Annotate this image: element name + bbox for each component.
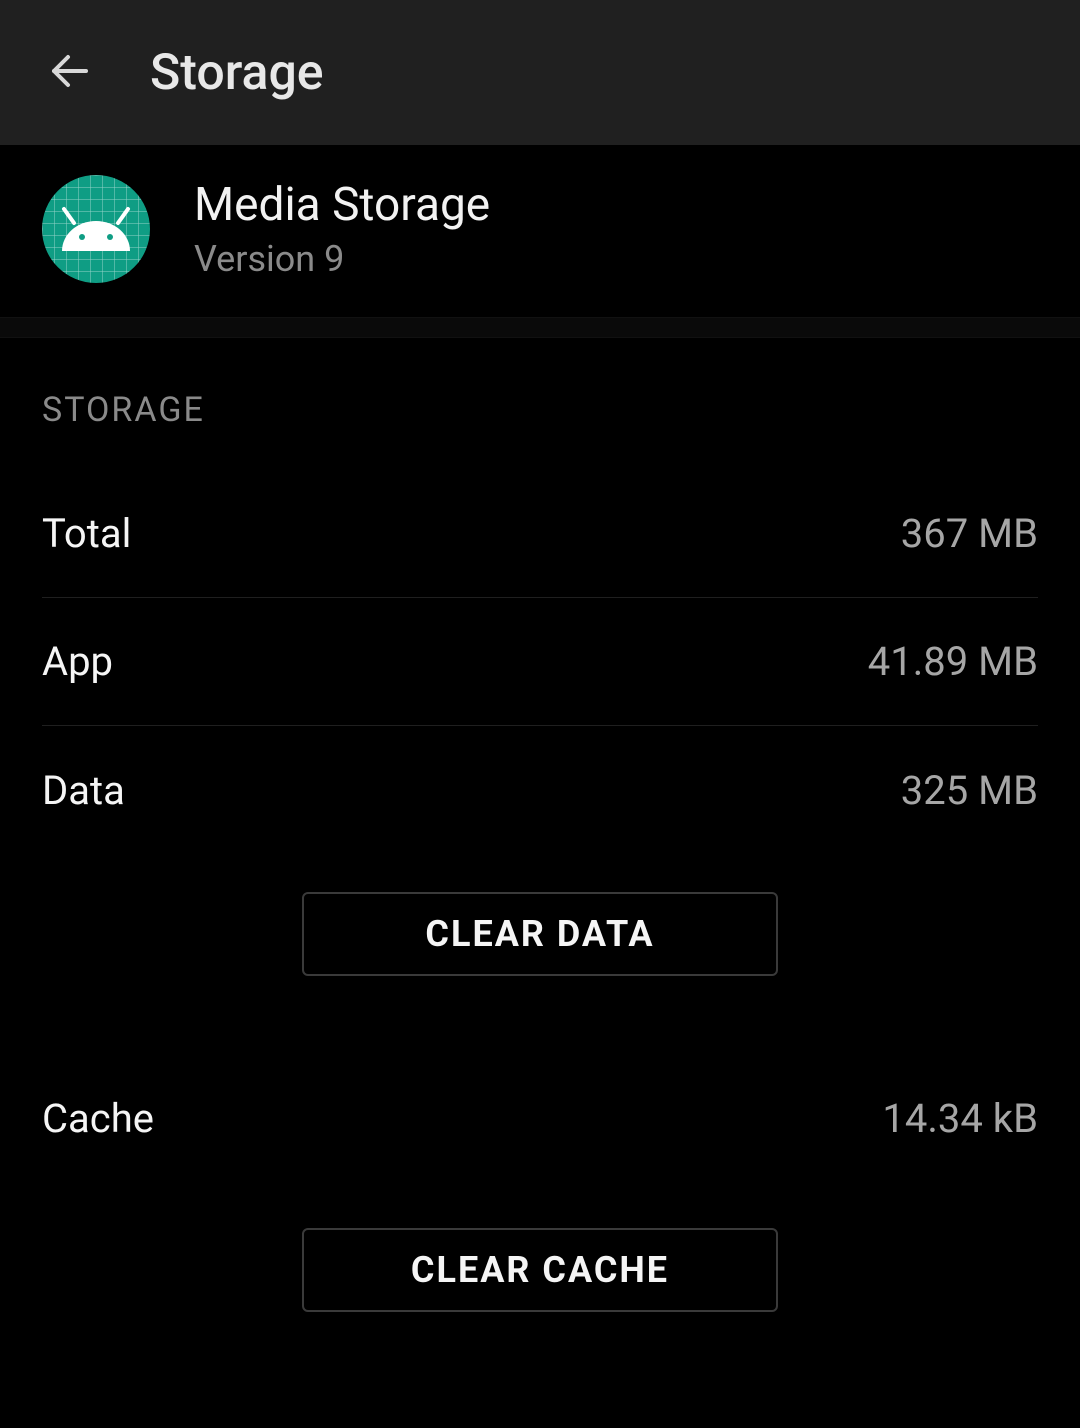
clear-data-row: CLEAR DATA — [42, 854, 1038, 986]
arrow-left-icon — [46, 47, 94, 99]
clear-cache-row: CLEAR CACHE — [42, 1182, 1038, 1322]
app-version: Version 9 — [194, 238, 490, 280]
row-cache: Cache 14.34 kB — [42, 1054, 1038, 1182]
app-info-text: Media Storage Version 9 — [194, 178, 490, 280]
row-total-value: 367 MB — [901, 510, 1038, 557]
app-bar: Storage — [0, 0, 1080, 145]
row-total: Total 367 MB — [42, 470, 1038, 598]
back-button[interactable] — [40, 43, 100, 103]
row-cache-value: 14.34 kB — [882, 1095, 1038, 1142]
app-name: Media Storage — [194, 178, 490, 232]
row-data-value: 325 MB — [901, 767, 1038, 814]
section-label: STORAGE — [42, 338, 1038, 470]
row-data-label: Data — [42, 767, 125, 814]
android-icon — [42, 268, 150, 287]
row-app-value: 41.89 MB — [868, 638, 1038, 685]
page-title: Storage — [150, 44, 324, 102]
clear-data-button[interactable]: CLEAR DATA — [302, 892, 778, 976]
row-data: Data 325 MB — [42, 726, 1038, 854]
row-cache-label: Cache — [42, 1095, 154, 1142]
clear-cache-button[interactable]: CLEAR CACHE — [302, 1228, 778, 1312]
row-app-label: App — [42, 638, 113, 685]
app-info-header: Media Storage Version 9 — [0, 145, 1080, 317]
section-divider — [0, 317, 1080, 338]
cache-block: Cache 14.34 kB CLEAR CACHE — [42, 986, 1038, 1322]
storage-section: STORAGE Total 367 MB App 41.89 MB Data 3… — [0, 338, 1080, 1322]
row-total-label: Total — [42, 510, 131, 557]
row-app: App 41.89 MB — [42, 598, 1038, 726]
app-icon — [42, 175, 150, 283]
